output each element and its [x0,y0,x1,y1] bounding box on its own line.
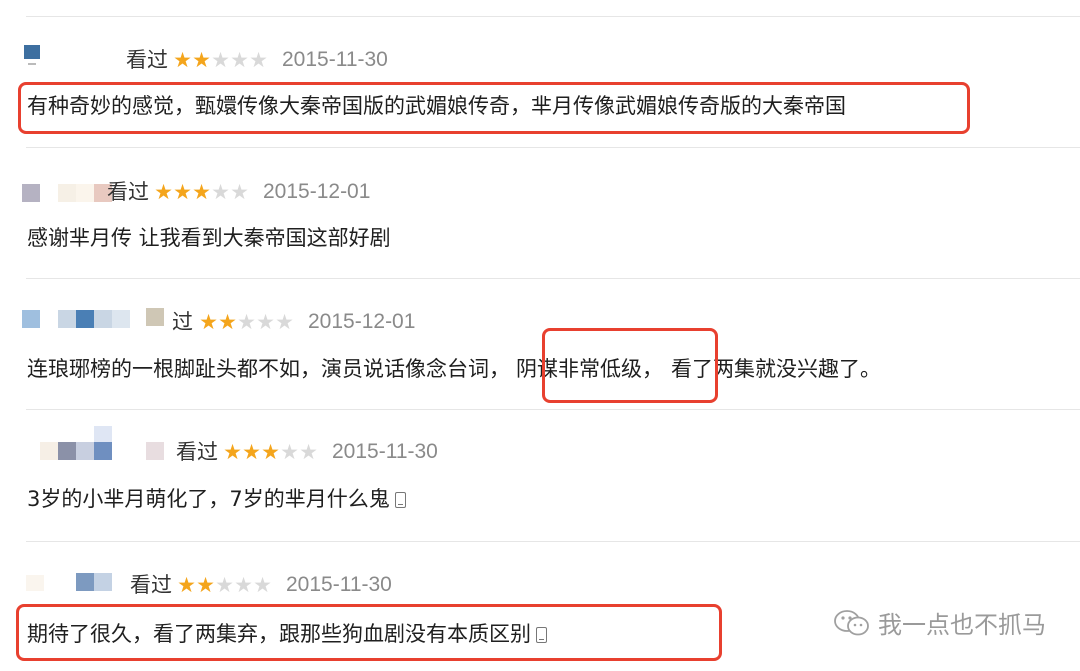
star-rating: ★ ★ ★ ★ ★ [199,310,294,334]
pixelated-username [22,308,172,334]
review-date: 2015-11-30 [282,48,388,71]
star-empty-icon: ★ [215,573,234,597]
star-empty-icon: ★ [211,48,230,72]
star-filled-icon: ★ [177,573,196,597]
watched-label: 过 [172,310,193,334]
star-filled-icon: ★ [173,48,192,72]
pixelated-username [40,426,180,464]
review-date: 2015-11-30 [332,440,438,463]
star-empty-icon: ★ [211,180,230,204]
divider [26,541,1080,542]
star-filled-icon: ★ [154,180,173,204]
divider [26,278,1080,279]
wechat-icon [834,609,869,635]
star-empty-icon: ★ [256,310,275,334]
star-empty-icon: ★ [234,573,253,597]
watched-label: 看过 [107,180,149,204]
pixelated-username [24,45,124,69]
star-rating: ★ ★ ★ ★ ★ [223,440,318,464]
star-filled-icon: ★ [173,180,192,204]
watermark: 我一点也不抓马 [832,605,1046,640]
review-date: 2015-11-30 [286,573,392,596]
star-rating: ★ ★ ★ ★ ★ [154,180,249,204]
star-empty-icon: ★ [280,440,299,464]
star-empty-icon: ★ [299,440,318,464]
star-filled-icon: ★ [199,310,218,334]
divider [26,147,1080,148]
star-filled-icon: ★ [261,440,280,464]
pixelated-username [26,573,136,597]
star-empty-icon: ★ [253,573,272,597]
star-empty-icon: ★ [249,48,268,72]
review-comment: 3岁的小芈月萌化了，7岁的芈月什么鬼 [27,485,406,513]
mobile-phone-icon [394,492,406,508]
watched-label: 看过 [126,48,168,72]
star-empty-icon: ★ [237,310,256,334]
star-filled-icon: ★ [223,440,242,464]
watched-label: 看过 [130,573,172,597]
star-filled-icon: ★ [196,573,215,597]
watermark-text: 我一点也不抓马 [878,611,1046,639]
review-date: 2015-12-01 [263,180,371,203]
star-empty-icon: ★ [275,310,294,334]
star-rating: ★ ★ ★ ★ ★ [177,573,272,597]
watched-label: 看过 [176,440,218,464]
comment-text: 连琅琊榜的一根脚趾头都不如，演员说话像念台词， [27,357,510,381]
review-comment: 感谢芈月传 让我看到大秦帝国这部好剧 [27,226,391,250]
highlight-box [16,604,722,661]
highlight-box [542,328,718,403]
star-filled-icon: ★ [218,310,237,334]
divider [26,16,1080,17]
star-empty-icon: ★ [230,48,249,72]
star-filled-icon: ★ [192,48,211,72]
divider [26,409,1080,410]
star-filled-icon: ★ [242,440,261,464]
star-empty-icon: ★ [230,180,249,204]
highlight-box [18,82,970,134]
star-filled-icon: ★ [192,180,211,204]
review-date: 2015-12-01 [308,310,416,333]
comment-text: 3岁的小芈月萌化了，7岁的芈月什么鬼 [27,487,390,511]
star-rating: ★ ★ ★ ★ ★ [173,48,268,72]
review-comment: 连琅琊榜的一根脚趾头都不如，演员说话像念台词， 阴谋非常低级， 看了两集就没兴趣了。 [27,355,881,383]
